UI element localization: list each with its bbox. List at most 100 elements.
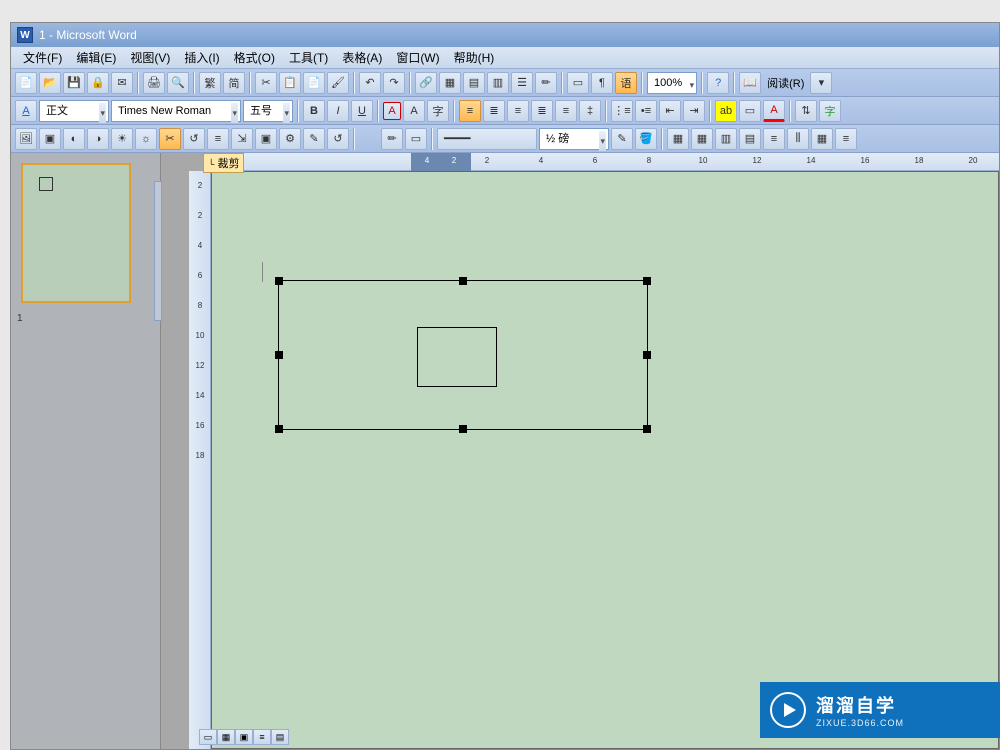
shading-color-button[interactable]: 🪣 [635,128,657,150]
autofit-button[interactable]: ▦ [811,128,833,150]
align-center-button[interactable]: ≣ [483,100,505,122]
print-preview-button[interactable]: 🔍 [167,72,189,94]
redo-button[interactable]: ↷ [383,72,405,94]
copy-button[interactable]: 📋 [279,72,301,94]
font-size-combo[interactable]: 五号 [243,100,293,122]
zoom-combo[interactable]: 100% [647,72,697,94]
line-style-button[interactable]: ≡ [207,128,229,150]
resize-handle-s[interactable] [459,425,467,433]
align-left-button[interactable]: ≡ [459,100,481,122]
table-autoformat-button[interactable]: ≡ [835,128,857,150]
bold-button[interactable]: B [303,100,325,122]
char-border-button[interactable]: A [383,102,401,120]
align-justify-button[interactable]: ≣ [531,100,553,122]
menu-file[interactable]: 文件(F) [17,47,68,68]
print-view-button[interactable]: ▣ [235,729,253,745]
resize-handle-se[interactable] [643,425,651,433]
format-painter-button[interactable]: 🖌 [327,72,349,94]
save-button[interactable]: 💾 [63,72,85,94]
normal-view-button[interactable]: ▭ [199,729,217,745]
split-cells-button[interactable]: ▥ [715,128,737,150]
open-button[interactable]: 📂 [39,72,61,94]
hyperlink-button[interactable]: 🔗 [415,72,437,94]
distribute-button[interactable]: ≡ [555,100,577,122]
border-color-button[interactable]: ✎ [611,128,633,150]
reset-picture-button[interactable]: ↺ [327,128,349,150]
resize-handle-sw[interactable] [275,425,283,433]
font-combo[interactable]: Times New Roman [111,100,241,122]
reading-view-button[interactable]: ▤ [271,729,289,745]
resize-handle-ne[interactable] [643,277,651,285]
new-doc-button[interactable]: 📄 [15,72,37,94]
inner-rectangle-shape[interactable] [417,327,497,387]
menu-view[interactable]: 视图(V) [124,47,176,68]
crop-button[interactable]: ✂ [159,128,181,150]
resize-handle-w[interactable] [275,351,283,359]
vertical-ruler[interactable]: 224681012141618 [189,171,211,749]
eraser-button[interactable]: ▭ [405,128,427,150]
font-color-button[interactable]: A [763,100,785,122]
doc-map-button[interactable]: ▭ [567,72,589,94]
distribute-cols-button[interactable]: ⫼ [787,128,809,150]
research-button[interactable]: 简 [223,72,245,94]
web-view-button[interactable]: ▦ [217,729,235,745]
menu-window[interactable]: 窗口(W) [390,47,445,68]
styles-pane-button[interactable]: A [15,100,37,122]
page-thumbnail[interactable] [21,163,131,303]
decrease-indent-button[interactable]: ⇤ [659,100,681,122]
menu-help[interactable]: 帮助(H) [448,47,501,68]
ch-char-button[interactable]: 语 [615,72,637,94]
less-contrast-button[interactable]: ◑ [87,128,109,150]
border-button[interactable]: ▭ [739,100,761,122]
line-weight-combo[interactable]: ½ 磅 [539,128,609,150]
more-brightness-button[interactable]: ☀ [111,128,133,150]
undo-button[interactable]: ↶ [359,72,381,94]
merge-cells-button[interactable]: ▦ [691,128,713,150]
line-spacing-button[interactable]: ‡ [579,100,601,122]
numbering-button[interactable]: ⋮≡ [611,100,633,122]
draw-table-button[interactable]: ✏ [381,128,403,150]
align-right-button[interactable]: ≡ [507,100,529,122]
show-hide-button[interactable]: ¶ [591,72,613,94]
phonetic-guide-button[interactable]: 字 [819,100,841,122]
email-button[interactable]: ✉ [111,72,133,94]
close-toolbar-button[interactable]: ▾ [810,72,832,94]
italic-button[interactable]: I [327,100,349,122]
thumbnail-scrollbar[interactable] [154,181,162,321]
reading-label[interactable]: 阅读(R) [763,75,808,91]
menu-tools[interactable]: 工具(T) [283,47,334,68]
line-style-picker[interactable]: ━━━━ [437,128,537,150]
text-wrap-button[interactable]: ▣ [255,128,277,150]
menu-format[interactable]: 格式(O) [228,47,281,68]
style-combo[interactable]: 正文 [39,100,109,122]
resize-handle-nw[interactable] [275,277,283,285]
highlight-button[interactable]: ab [715,100,737,122]
menu-insert[interactable]: 插入(I) [178,47,225,68]
spelling-button[interactable]: 繁 [199,72,221,94]
outline-view-button[interactable]: ≡ [253,729,271,745]
color-button[interactable]: ▣ [39,128,61,150]
increase-indent-button[interactable]: ⇥ [683,100,705,122]
document-page[interactable] [211,171,999,749]
insert-table-button[interactable]: ▤ [463,72,485,94]
resize-handle-n[interactable] [459,277,467,285]
tables-borders-button[interactable]: ▦ [439,72,461,94]
bullets-button[interactable]: •≡ [635,100,657,122]
transparent-color-button[interactable]: ✎ [303,128,325,150]
resize-handle-e[interactable] [643,351,651,359]
less-brightness-button[interactable]: ☼ [135,128,157,150]
format-object-button[interactable]: ⚙ [279,128,301,150]
insert-picture-button[interactable]: 🖼 [15,128,37,150]
align-cells-button[interactable]: ▤ [739,128,761,150]
print-button[interactable]: 🖨 [143,72,165,94]
drawing-button[interactable]: ✏ [535,72,557,94]
asian-layout-button[interactable]: ⇅ [795,100,817,122]
cut-button[interactable]: ✂ [255,72,277,94]
insert-table-2-button[interactable]: ▦ [667,128,689,150]
paste-button[interactable]: 📄 [303,72,325,94]
compress-button[interactable]: ⇲ [231,128,253,150]
char-scaling-button[interactable]: 字 [427,100,449,122]
columns-button[interactable]: ☰ [511,72,533,94]
menu-table[interactable]: 表格(A) [336,47,388,68]
underline-button[interactable]: U [351,100,373,122]
